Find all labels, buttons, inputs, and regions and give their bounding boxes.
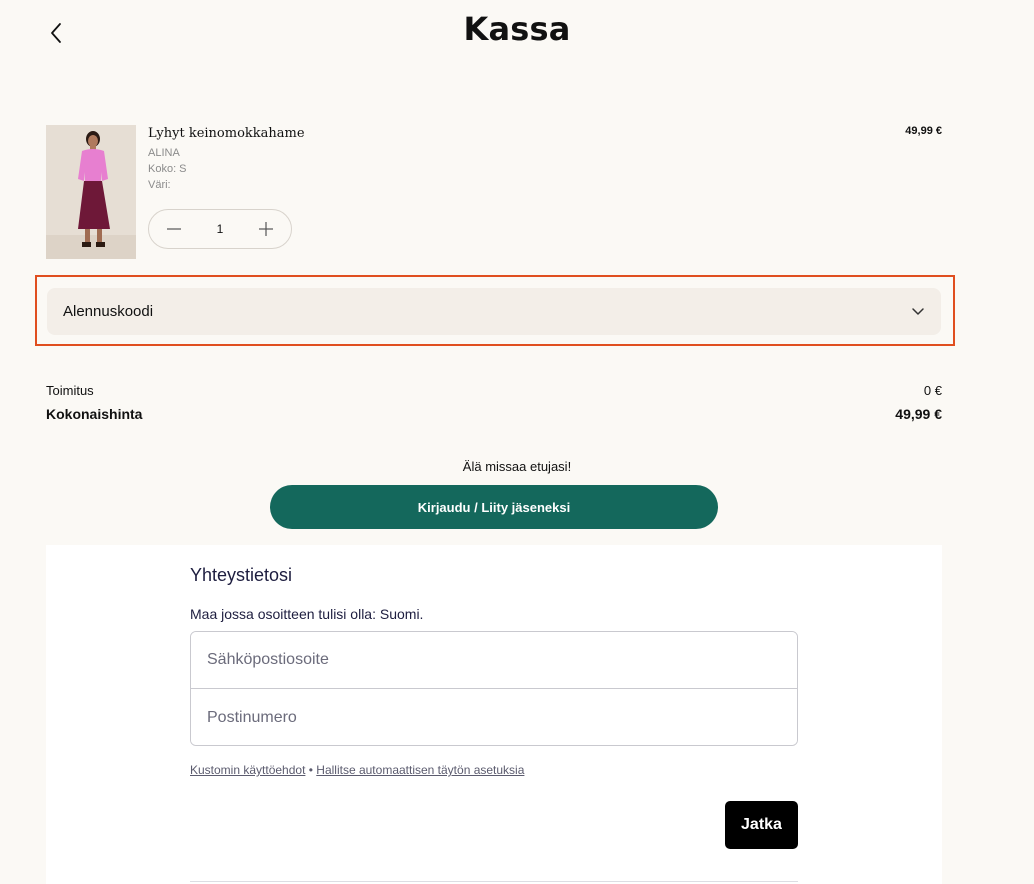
cart-item: Lyhyt keinomokkahame ALINA Koko: S Väri:… [46, 125, 942, 259]
country-note: Maa jossa osoitteen tulisi olla: Suomi. [190, 606, 424, 622]
contact-section-title: Yhteystietosi [190, 565, 293, 585]
plus-icon [259, 222, 273, 236]
quantity-value: 1 [216, 222, 224, 236]
member-promo-text: Älä missaa etujasi! [462, 459, 572, 474]
discount-code-toggle[interactable]: Alennuskoodi [47, 288, 941, 335]
product-image[interactable] [46, 125, 136, 259]
product-size: Koko: S [148, 163, 187, 175]
shipping-value: 0 € [923, 383, 942, 398]
product-name[interactable]: Lyhyt keinomokkahame [148, 125, 305, 143]
total-value: 49,99 € [895, 406, 942, 422]
total-label: Kokonaishinta [46, 406, 143, 422]
decrease-quantity-button[interactable] [161, 216, 187, 242]
contact-form [190, 631, 798, 746]
quantity-stepper: 1 [148, 209, 292, 249]
continue-button[interactable]: Jatka [725, 801, 798, 849]
product-color: Väri: [148, 179, 171, 191]
page-title: Kassa [463, 10, 571, 48]
email-field[interactable] [191, 632, 797, 689]
total-row: Kokonaishinta 49,99 € [46, 406, 942, 422]
legal-links: Kustomin käyttöehdot • Hallitse automaat… [190, 763, 524, 777]
chevron-down-icon [912, 307, 924, 315]
product-brand: ALINA [148, 147, 180, 159]
terms-link[interactable]: Kustomin käyttöehdot [190, 763, 305, 777]
minus-icon [167, 228, 181, 230]
product-photo [46, 125, 136, 259]
checkout-page: Kassa Lyhyt keinomokkahame ALINA Koko: S [0, 0, 1034, 884]
divider [190, 881, 798, 882]
shipping-label: Toimitus [46, 383, 94, 398]
login-join-button[interactable]: Kirjaudu / Liity jäseneksi [270, 485, 718, 529]
discount-code-label: Alennuskoodi [63, 303, 154, 320]
product-info: Lyhyt keinomokkahame ALINA Koko: S Väri: [148, 125, 305, 193]
zip-code-field[interactable] [191, 689, 797, 745]
increase-quantity-button[interactable] [253, 216, 279, 242]
contact-info-card: Yhteystietosi Maa jossa osoitteen tulisi… [46, 545, 942, 884]
link-separator: • [305, 763, 317, 777]
product-price: 49,99 € [905, 125, 942, 137]
autofill-settings-link[interactable]: Hallitse automaattisen täytön asetuksia [316, 763, 524, 777]
shipping-row: Toimitus 0 € [46, 383, 942, 398]
